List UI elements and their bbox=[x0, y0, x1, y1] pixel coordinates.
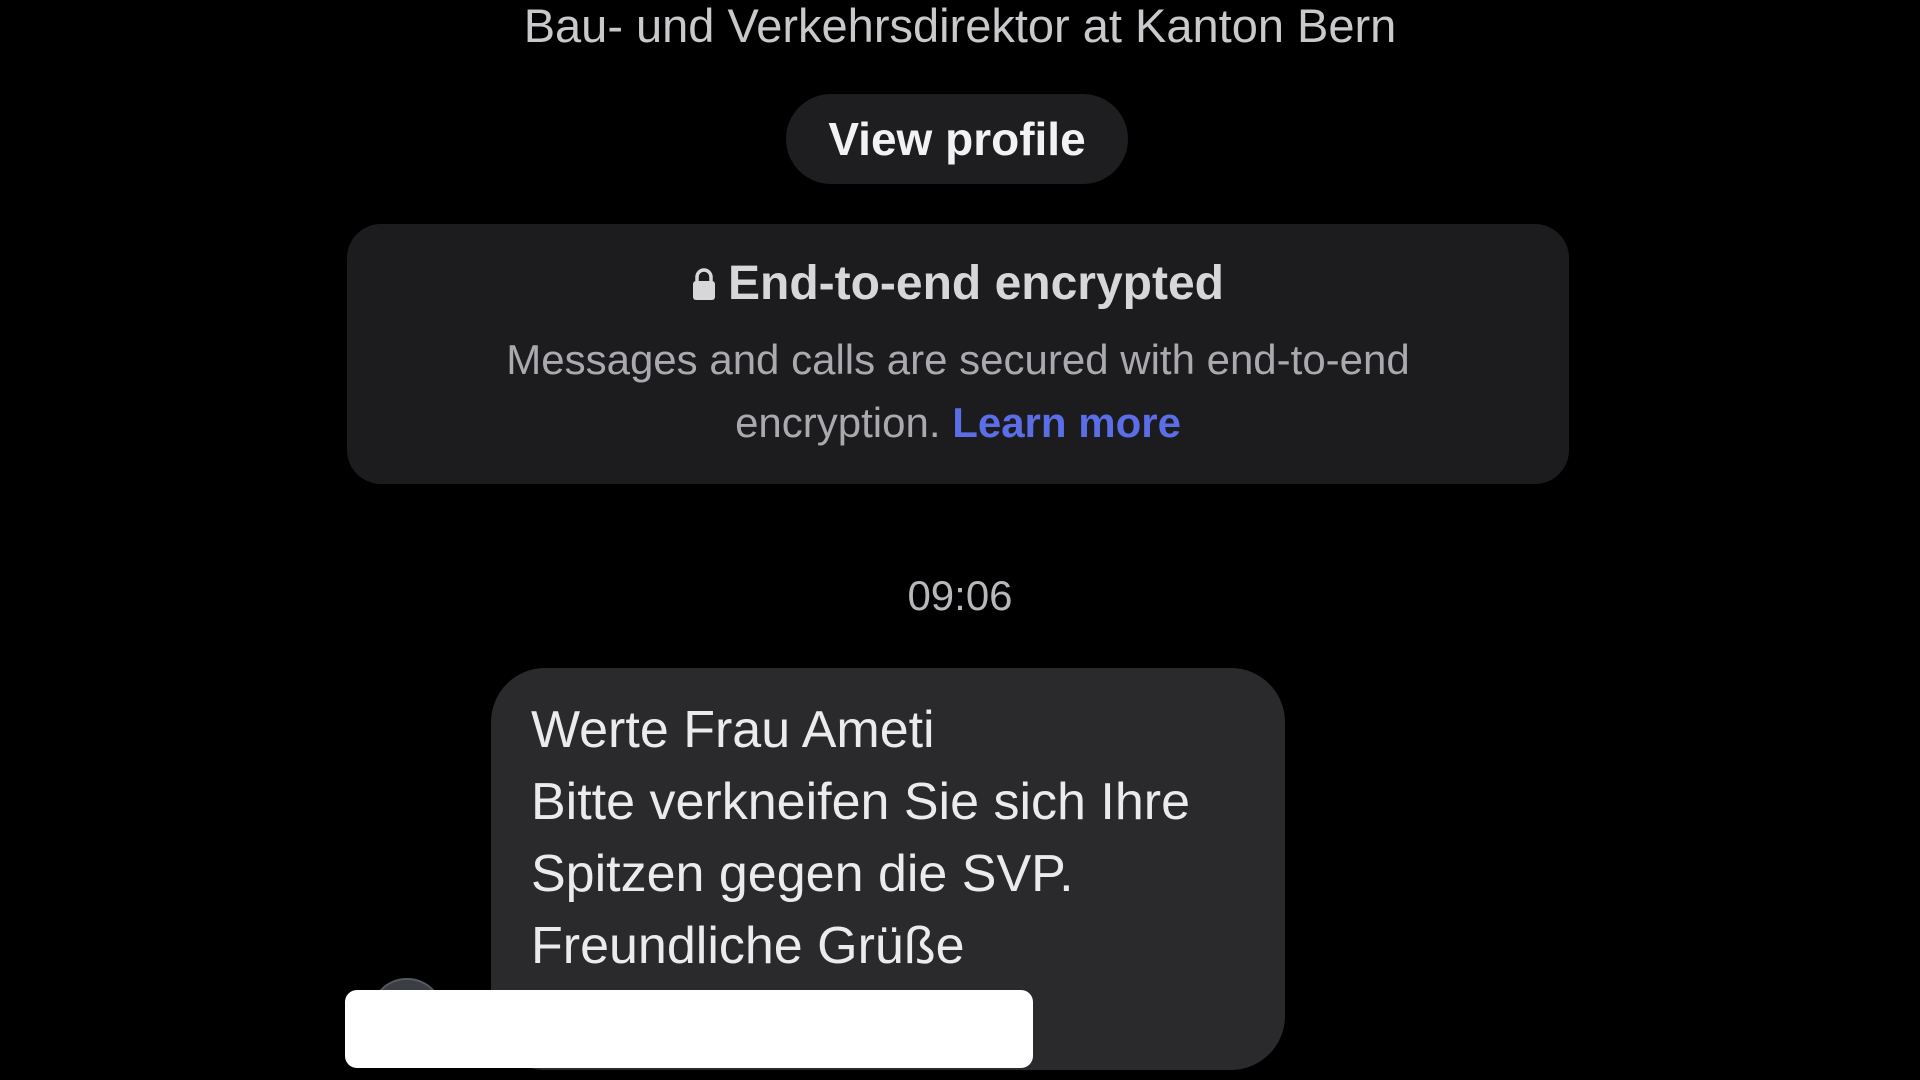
chat-screen: Bau- und Verkehrsdirektor at Kanton Bern… bbox=[0, 0, 1920, 1080]
message-line: Bitte verkneifen Sie sich Ihre bbox=[531, 773, 1190, 831]
redaction-box bbox=[345, 990, 1033, 1068]
learn-more-link[interactable]: Learn more bbox=[952, 399, 1181, 446]
encryption-description: Messages and calls are secured with end-… bbox=[407, 328, 1509, 454]
view-profile-button[interactable]: View profile bbox=[786, 94, 1128, 184]
encryption-title: End-to-end encrypted bbox=[727, 257, 1224, 310]
message-line: Freundliche Grüße bbox=[531, 917, 965, 975]
message-line: Werte Frau Ameti bbox=[531, 701, 935, 759]
message-line: Spitzen gegen die SVP. bbox=[531, 845, 1074, 903]
encryption-title-row: End-to-end encrypted bbox=[347, 254, 1569, 314]
profile-subtitle: Bau- und Verkehrsdirektor at Kanton Bern bbox=[523, 0, 1397, 52]
lock-icon bbox=[692, 267, 716, 301]
message-text: Werte Frau Ameti Bitte verkneifen Sie si… bbox=[531, 694, 1271, 982]
encryption-notice-card: End-to-end encrypted Messages and calls … bbox=[347, 224, 1569, 484]
message-timestamp: 09:06 bbox=[907, 572, 1013, 619]
